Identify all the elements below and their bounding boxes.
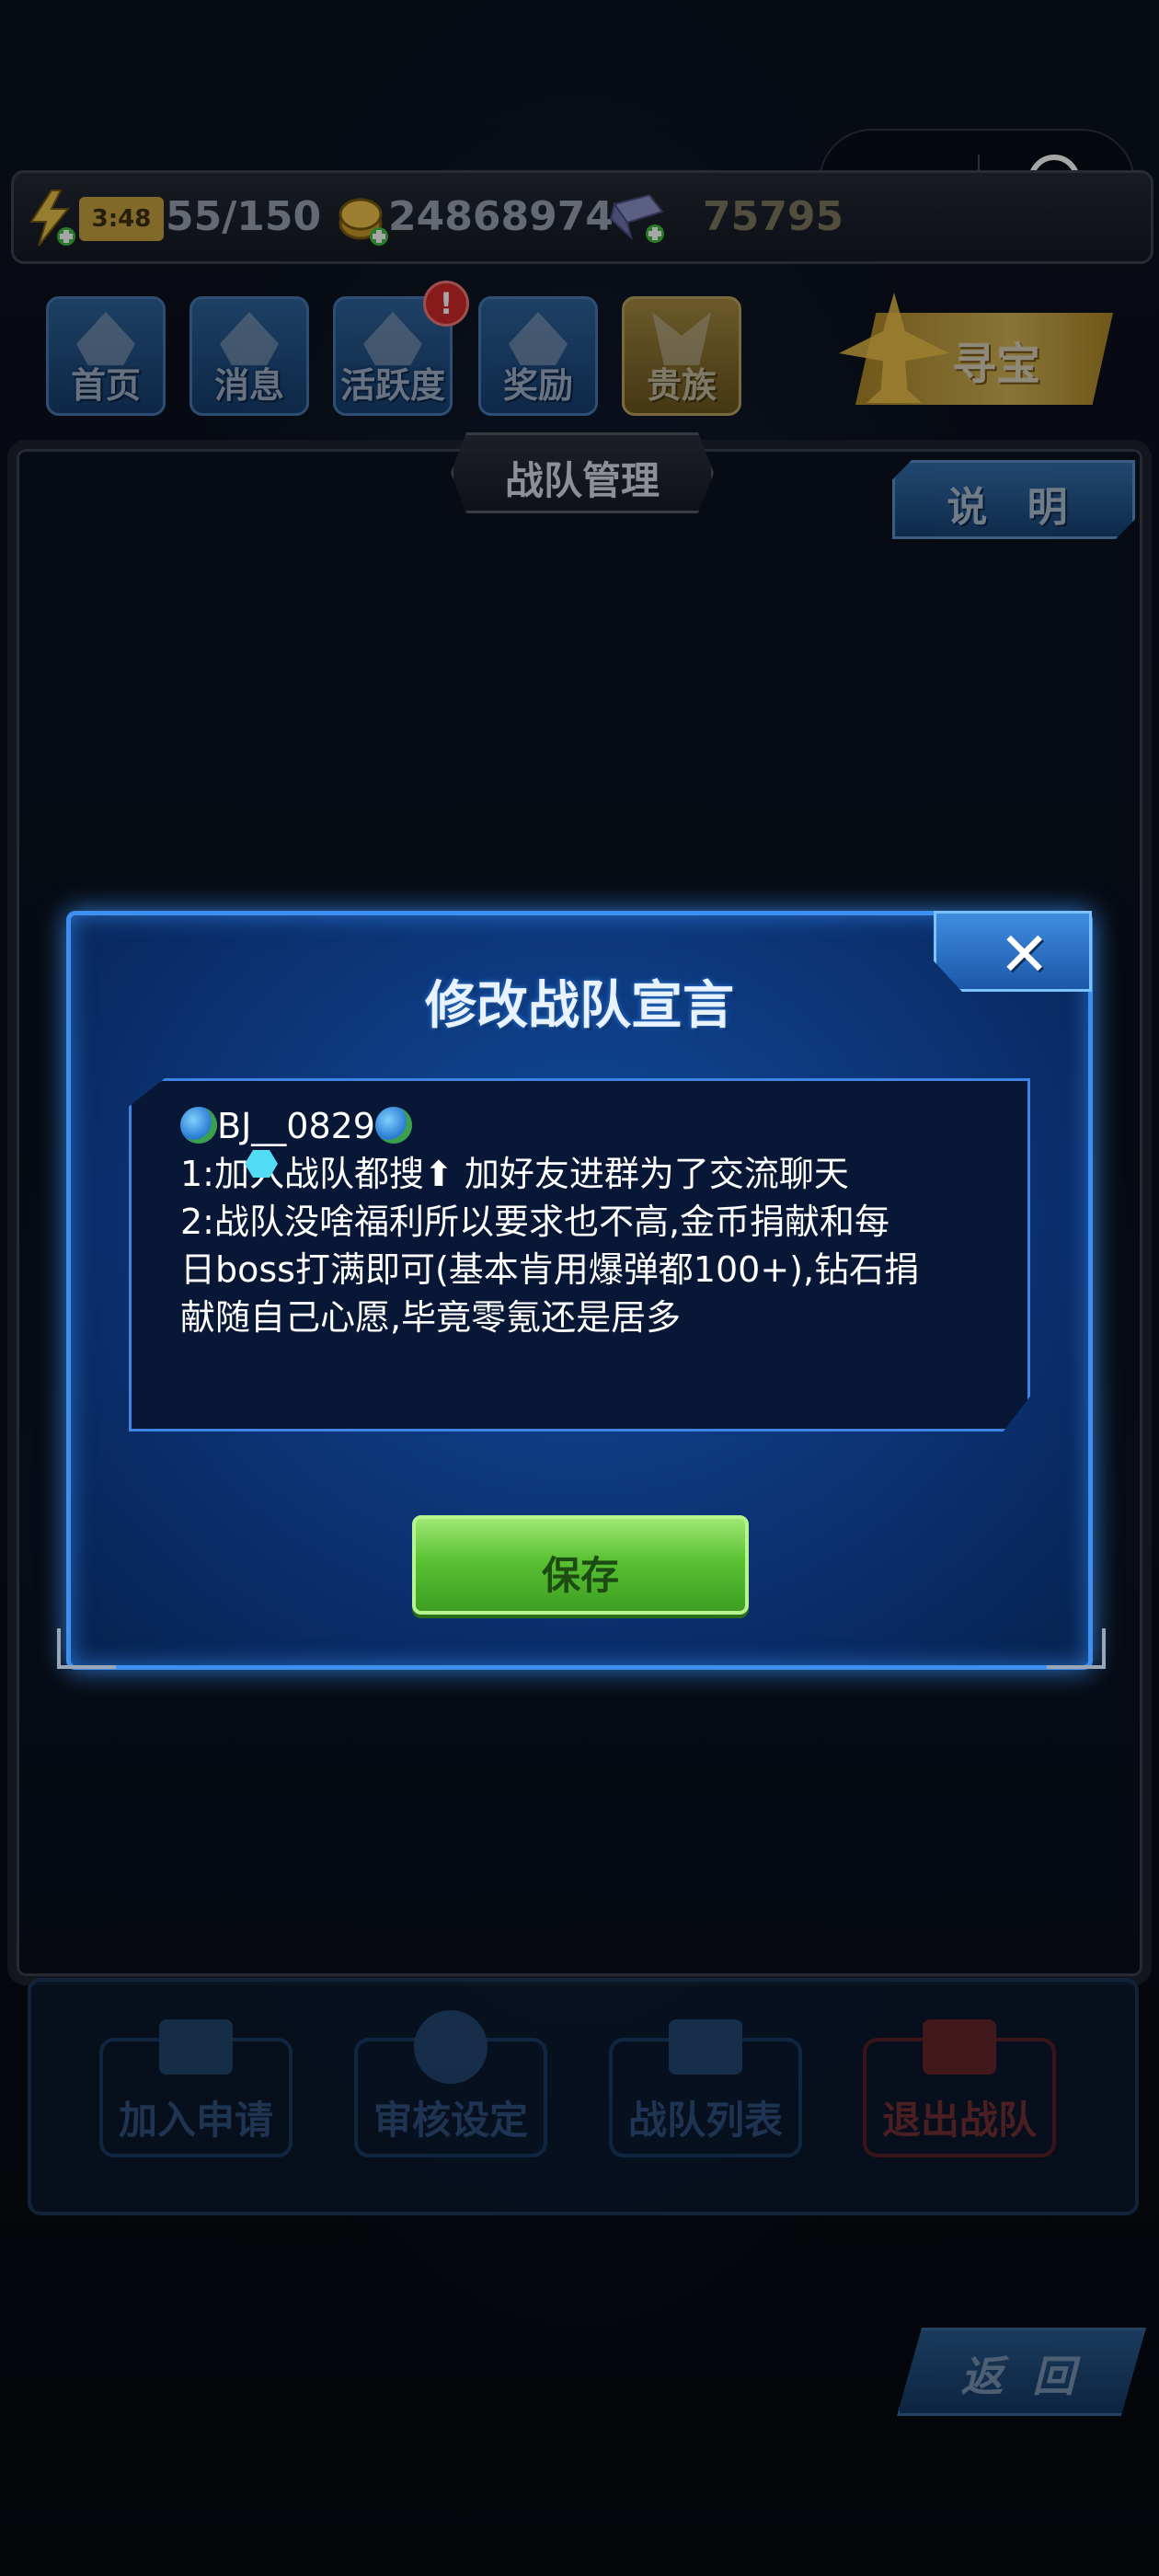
declaration-line: 2:战队没啥福利所以要求也不高,金币捐献和每 <box>180 1202 890 1242</box>
dialog-corner-decoration <box>57 1628 116 1669</box>
globe-emoji-icon <box>374 1107 412 1144</box>
globe-emoji-icon <box>180 1107 217 1144</box>
declaration-line: 1:加入战队都搜⬆ 加好友进群为了交流聊天 <box>180 1154 849 1194</box>
save-label: 保存 <box>541 1553 619 1598</box>
save-button[interactable]: 保存 <box>412 1515 749 1615</box>
close-icon: ✕ <box>999 919 1050 990</box>
declaration-line: 日boss打满即可(基本肯用爆弹都100+),钻石捐 <box>180 1249 920 1290</box>
close-button[interactable]: ✕ <box>934 911 1092 992</box>
declaration-text: BJ__0829 1:加入战队都搜⬆ 加好友进群为了交流聊天 2:战队没啥福利所… <box>180 1102 990 1341</box>
declaration-line: 献随自己心愿,毕竟零氪还是居多 <box>180 1297 682 1338</box>
declaration-line: BJ__0829 <box>180 1102 990 1150</box>
dialog-corner-decoration <box>1047 1628 1106 1669</box>
